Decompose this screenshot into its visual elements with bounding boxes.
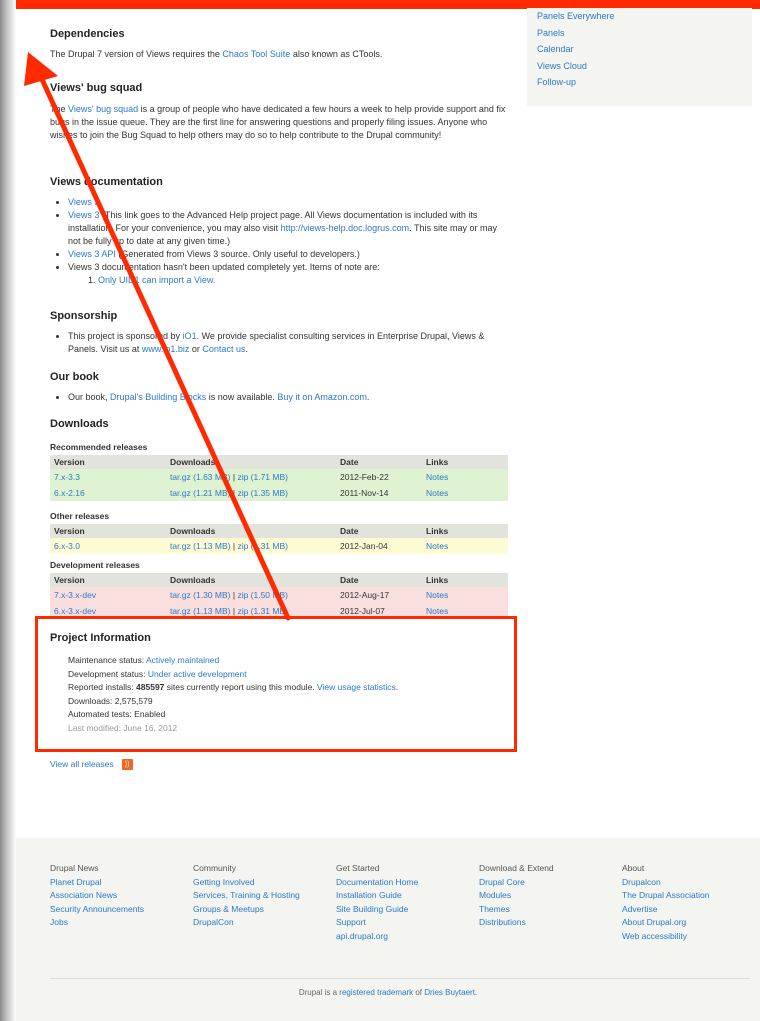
- annotation-arrow-icon: [24, 52, 291, 621]
